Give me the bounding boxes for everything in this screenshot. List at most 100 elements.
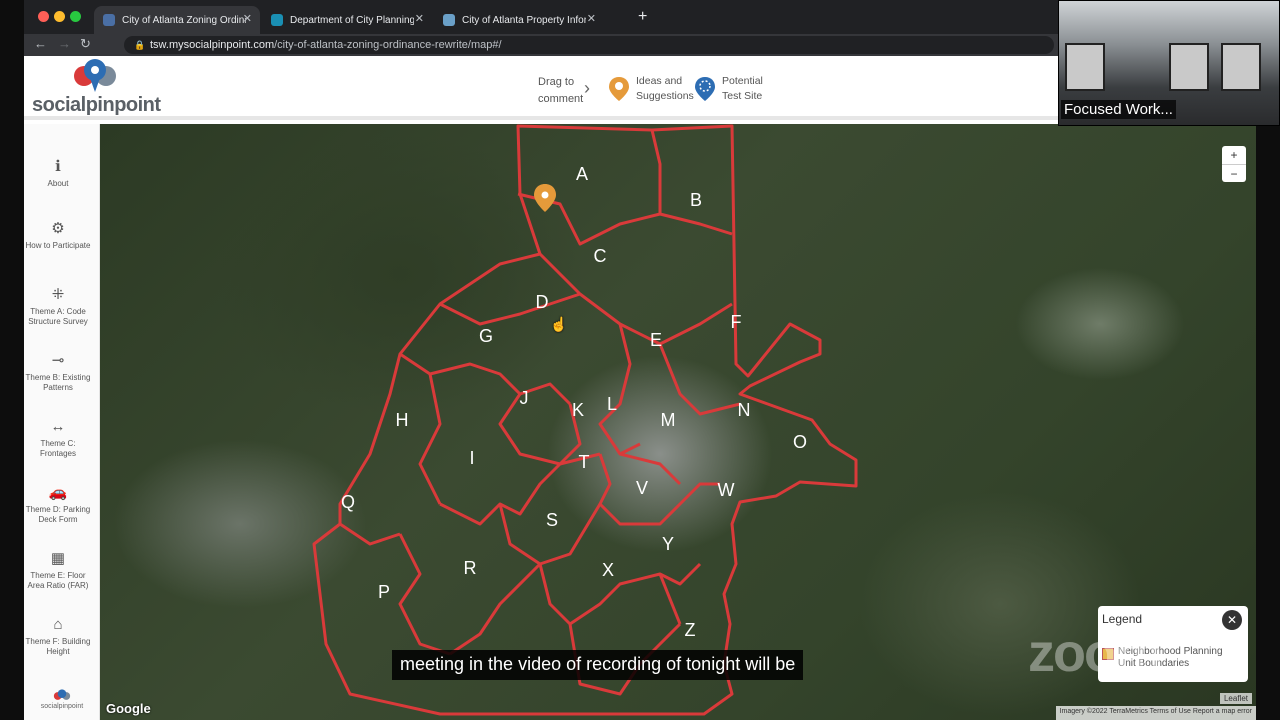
pattern-icon: ⊸ — [51, 352, 65, 369]
address-bar[interactable]: 🔒 tsw.mysocialpinpoint.com/city-of-atlan… — [124, 36, 1054, 54]
sidebar-item-theme-a[interactable]: ⁜ Theme A: Code Structure Survey — [24, 286, 92, 327]
drag-hint: Drag to comment — [538, 76, 584, 105]
sidebar-item-label: Theme C: Frontages — [39, 439, 77, 458]
video-room-screen — [1065, 43, 1105, 91]
arrows-icon: ↔ — [50, 418, 66, 435]
browser-toolbar: ← → ↻ 🔒 tsw.mysocialpinpoint.com/city-of… — [24, 34, 1058, 56]
zoom-out-button[interactable]: − — [1222, 164, 1246, 182]
sidebar-item-label: How to Participate — [25, 241, 91, 250]
npu-label-w: W — [718, 480, 735, 500]
npu-label-c: C — [594, 246, 607, 266]
leaflet-attribution[interactable]: Leaflet — [1219, 693, 1252, 704]
sidebar-item-about[interactable]: ℹ About — [24, 158, 92, 189]
npu-label-g: G — [479, 326, 493, 346]
google-logo: Google — [106, 701, 151, 716]
sidebar-item-theme-e[interactable]: ▦ Theme E: Floor Area Ratio (FAR) — [24, 550, 92, 591]
building-icon: ▦ — [50, 550, 66, 567]
map-attribution[interactable]: Imagery ©2022 TerraMetrics Terms of Use … — [1055, 706, 1256, 720]
caption-subtitle: meeting in the video of recording of ton… — [392, 650, 804, 680]
npu-label-o: O — [793, 432, 807, 452]
tab-title: Department of City Planning G — [290, 14, 414, 26]
tab-title: City of Atlanta Zoning Ordinance — [122, 14, 246, 26]
npu-label-n: N — [738, 400, 751, 420]
zoom-watermark: zoom — [1028, 623, 1163, 683]
lightbulb-icon[interactable] — [608, 76, 630, 102]
lock-icon: 🔒 — [134, 40, 146, 50]
url-host: tsw.mysocialpinpoint.com — [150, 39, 275, 51]
tab-city-planning[interactable]: Department of City Planning G ✕ — [262, 6, 432, 34]
tab-favicon-icon — [443, 14, 455, 26]
info-icon: ℹ — [55, 158, 61, 175]
idea-pin-icon — [534, 184, 556, 212]
npu-label-z: Z — [685, 620, 696, 640]
back-arrow-icon[interactable]: ← — [34, 36, 47, 51]
npu-label-v: V — [636, 478, 648, 498]
sidebar-item-label: Theme D: Parking Deck Form — [25, 505, 91, 524]
close-icon[interactable]: ✕ — [243, 12, 252, 25]
npu-label-i: I — [469, 448, 474, 468]
map-zoom-control: + − — [1222, 146, 1246, 182]
zoom-in-button[interactable]: + — [1222, 146, 1246, 164]
sidebar-item-theme-d[interactable]: 🚗 Theme D: Parking Deck Form — [24, 484, 92, 525]
npu-label-b: B — [690, 190, 702, 210]
dots-circle-icon[interactable] — [694, 76, 716, 102]
new-tab-button[interactable]: + — [638, 8, 647, 26]
npu-label-e: E — [650, 330, 662, 350]
npu-label-q: Q — [341, 492, 355, 512]
tab-zoning-ordinance[interactable]: City of Atlanta Zoning Ordinance ✕ — [94, 6, 260, 34]
npu-label-h: H — [396, 410, 409, 430]
close-icon[interactable]: ✕ — [415, 12, 424, 25]
car-icon: 🚗 — [48, 484, 68, 501]
npu-label-t: T — [579, 452, 590, 472]
sidebar-item-label: Theme F: Building Height — [25, 637, 91, 656]
npu-label-j: J — [520, 388, 529, 408]
socialpinpoint-logo-icon — [53, 689, 71, 700]
marker-label-test-site: Potential Test Site — [722, 75, 763, 102]
npu-label-k: K — [572, 400, 584, 420]
sidebar-item-label: Theme B: Existing Patterns — [25, 373, 91, 392]
sidebar-item-label: Theme E: Floor Area Ratio (FAR) — [27, 571, 89, 590]
participant-name: Focused Work... — [1061, 100, 1176, 119]
url-path: /city-of-atlanta-zoning-ordinance-rewrit… — [274, 39, 502, 51]
sidebar: ℹ About ⚙ How to Participate ⁜ Theme A: … — [24, 124, 100, 720]
npu-label-y: Y — [662, 534, 674, 554]
npu-label-d: D — [536, 292, 549, 312]
npu-label-r: R — [464, 558, 477, 578]
maximize-window-button[interactable] — [70, 11, 81, 22]
tab-title: City of Atlanta Property Inform — [462, 14, 586, 26]
sidebar-item-label: Theme A: Code Structure Survey — [28, 307, 88, 326]
marker-label-ideas: Ideas and Suggestions — [636, 75, 694, 102]
sidebar-item-theme-b[interactable]: ⊸ Theme B: Existing Patterns — [24, 352, 92, 393]
sidebar-item-label: About — [47, 179, 69, 188]
chevron-right-icon: › — [584, 78, 590, 98]
sidebar-item-theme-c[interactable]: ↔ Theme C: Frontages — [24, 418, 92, 459]
close-icon[interactable]: ✕ — [587, 12, 596, 25]
tab-favicon-icon — [271, 14, 283, 26]
video-room-screen — [1169, 43, 1209, 91]
browser-tab-bar: City of Atlanta Zoning Ordinance ✕ Depar… — [24, 0, 1058, 34]
tower-icon: ⌂ — [53, 616, 63, 633]
close-window-button[interactable] — [38, 11, 49, 22]
npu-label-s: S — [546, 510, 558, 530]
sidebar-item-how-to-participate[interactable]: ⚙ How to Participate — [24, 220, 92, 251]
mouse-cursor-icon: ☝ — [550, 316, 568, 332]
logo-text: socialpinpoint — [32, 94, 161, 116]
video-room-screen — [1221, 43, 1261, 91]
npu-label-l: L — [607, 394, 617, 414]
npu-label-x: X — [602, 560, 614, 580]
participant-video-tile[interactable]: Focused Work... — [1058, 0, 1280, 126]
sidebar-item-theme-f[interactable]: ⌂ Theme F: Building Height — [24, 616, 92, 657]
forward-arrow-icon[interactable]: → — [58, 36, 71, 51]
dots-icon: ⁜ — [51, 286, 65, 303]
web-page: socialpinpoint Drag to comment › Ideas a… — [24, 56, 1256, 720]
sidebar-brand: socialpinpoint — [30, 689, 94, 710]
reload-icon[interactable]: ↻ — [80, 36, 91, 52]
tab-property-info[interactable]: City of Atlanta Property Inform ✕ — [434, 6, 604, 34]
gears-icon: ⚙ — [51, 220, 65, 237]
close-icon[interactable]: ✕ — [1222, 610, 1242, 630]
minimize-window-button[interactable] — [54, 11, 65, 22]
npu-label-f: F — [731, 312, 742, 332]
sidebar-brand-text: socialpinpoint — [40, 703, 84, 710]
npu-label-a: A — [576, 164, 588, 184]
tab-favicon-icon — [103, 14, 115, 26]
